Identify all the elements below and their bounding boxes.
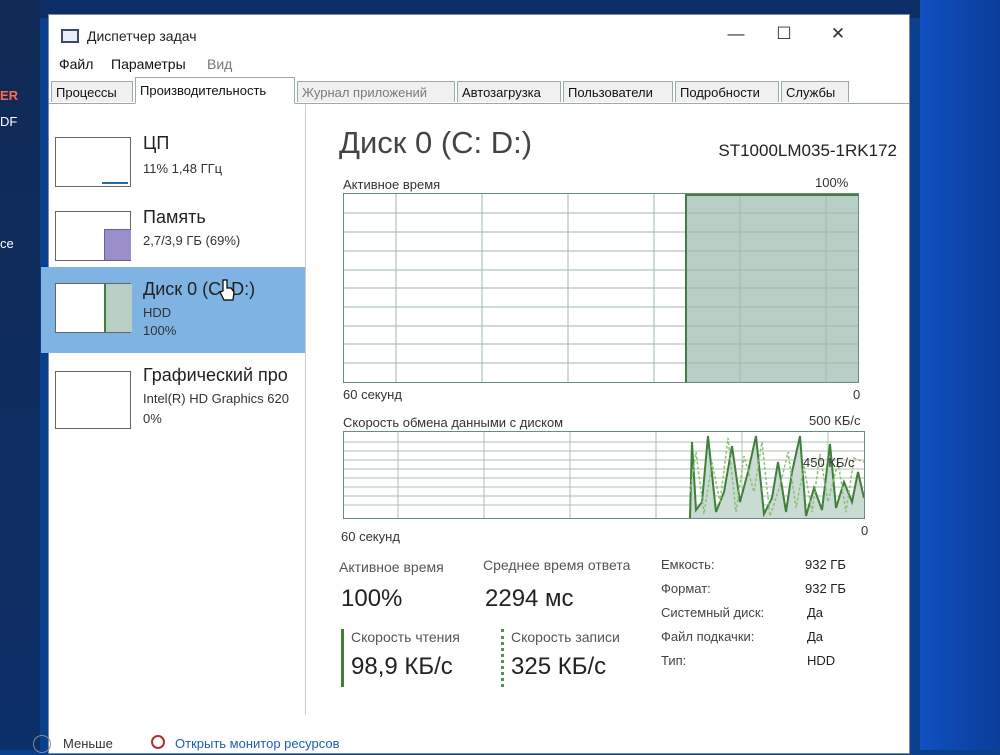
disk-model: ST1000LM035-1RK172 [718,141,897,160]
read-speed-value: 98,9 КБ/с [351,653,453,680]
write-speed-indicator [501,629,504,687]
transfer-graph-min: 0 [861,523,869,538]
window-title: Диспетчер задач [87,28,197,44]
disk-detail-panel: Диск 0 (C: D:) ST1000LM035-1RK172 Активн… [311,105,897,715]
resource-monitor-icon [151,735,165,749]
open-resource-monitor-link[interactable]: Открыть монитор ресурсов [175,736,339,751]
close-button[interactable]: ✕ [815,21,861,47]
menu-view[interactable]: Вид [207,56,232,72]
active-time-graph-label: Активное время [343,177,441,192]
disk-thumbnail-graph [55,283,132,333]
memory-thumbnail-graph [55,211,131,261]
read-speed-label: Скорость чтения [351,629,460,645]
fewer-details-button[interactable]: Меньше [63,736,113,751]
active-time-graph-period: 60 секунд [343,387,402,402]
write-speed-label: Скорость записи [511,629,620,645]
type-value: HDD [807,653,836,668]
page-file-value: Да [807,629,824,644]
sidebar-item-label: ЦП [143,133,170,153]
write-speed-value: 325 КБ/с [511,653,607,680]
system-disk-value: Да [807,605,824,620]
tab-users[interactable]: Пользователи [563,81,673,102]
response-time-stat-value: 2294 мс [485,585,574,612]
sidebar-item-label: Память [143,207,206,227]
page-file-label: Файл подкачки: [661,629,755,644]
tab-services[interactable]: Службы [781,81,849,102]
active-time-graph-max: 100% [815,175,849,190]
sidebar-item-detail: Intel(R) HD Graphics 620 [143,391,289,406]
sidebar-item-disk0[interactable]: Диск 0 (C: D:) HDD 100% [41,267,305,353]
sidebar-item-gpu[interactable]: Графический про Intel(R) HD Graphics 620… [41,357,305,443]
active-time-graph [343,193,859,383]
active-time-stat-label: Активное время [339,559,444,575]
sidebar-item-detail: HDD [143,305,172,320]
capacity-label: Емкость: [661,557,715,572]
maximize-button[interactable]: ☐ [761,21,807,47]
response-time-stat-label: Среднее время ответа [483,557,631,573]
task-manager-icon [61,29,79,43]
title-bar[interactable]: Диспетчер задач — ☐ ✕ [49,15,909,51]
format-value: 932 ГБ [805,581,846,596]
transfer-rate-graph [343,431,865,519]
transfer-graph-label: Скорость обмена данными с диском [343,415,564,430]
sidebar-item-detail: 2,7/3,9 ГБ (69%) [143,233,241,248]
transfer-graph-marker: 450 КБ/с [803,455,855,470]
sidebar-item-percent: 100% [143,323,177,338]
read-speed-indicator [341,629,344,687]
tab-processes[interactable]: Процессы [51,81,133,102]
desktop-icon-label[interactable]: ce [0,236,14,251]
menu-file[interactable]: Файл [59,56,93,72]
system-disk-label: Системный диск: [661,605,765,620]
chevron-up-icon[interactable] [33,735,51,753]
task-manager-window: Диспетчер задач — ☐ ✕ Файл Параметры Вид… [33,14,910,755]
sidebar-item-label: Графический про [143,365,288,385]
desktop-icon-label[interactable]: ER [0,88,18,103]
gpu-thumbnail-graph [55,371,131,429]
sidebar-item-detail: 11% 1,48 ГГц [143,161,223,176]
menu-bar: Файл Параметры Вид [49,53,909,75]
desktop-right-strip [920,0,1000,750]
tab-app-history[interactable]: Журнал приложений [297,81,455,102]
transfer-graph-period: 60 секунд [341,529,400,544]
active-time-stat-value: 100% [341,585,403,612]
transfer-graph-max: 500 КБ/с [809,413,861,428]
type-label: Тип: [661,653,687,668]
minimize-button[interactable]: — [713,21,759,47]
capacity-value: 932 ГБ [805,557,846,572]
active-time-graph-min: 0 [853,387,861,402]
desktop-icon-label[interactable]: DF [0,114,17,129]
format-label: Формат: [661,581,711,596]
sidebar-item-percent: 0% [143,411,162,426]
sidebar-item-label: Диск 0 (C: D:) [143,279,256,299]
page-title: Диск 0 (C: D:) [339,125,533,160]
tab-startup[interactable]: Автозагрузка [457,81,561,102]
desktop-left-strip [0,0,40,750]
menu-params[interactable]: Параметры [111,56,186,72]
tab-details[interactable]: Подробности [675,81,779,102]
hand-cursor-icon [218,278,236,302]
tab-performance[interactable]: Производительность [135,77,295,104]
resource-sidebar: ЦП 11% 1,48 ГГц Память 2,7/3,9 ГБ (69%) … [41,105,306,715]
tab-bar: Процессы Производительность Журнал прило… [49,77,909,104]
cpu-thumbnail-graph [55,137,131,187]
footer-bar: Меньше Открыть монитор ресурсов [33,733,909,755]
